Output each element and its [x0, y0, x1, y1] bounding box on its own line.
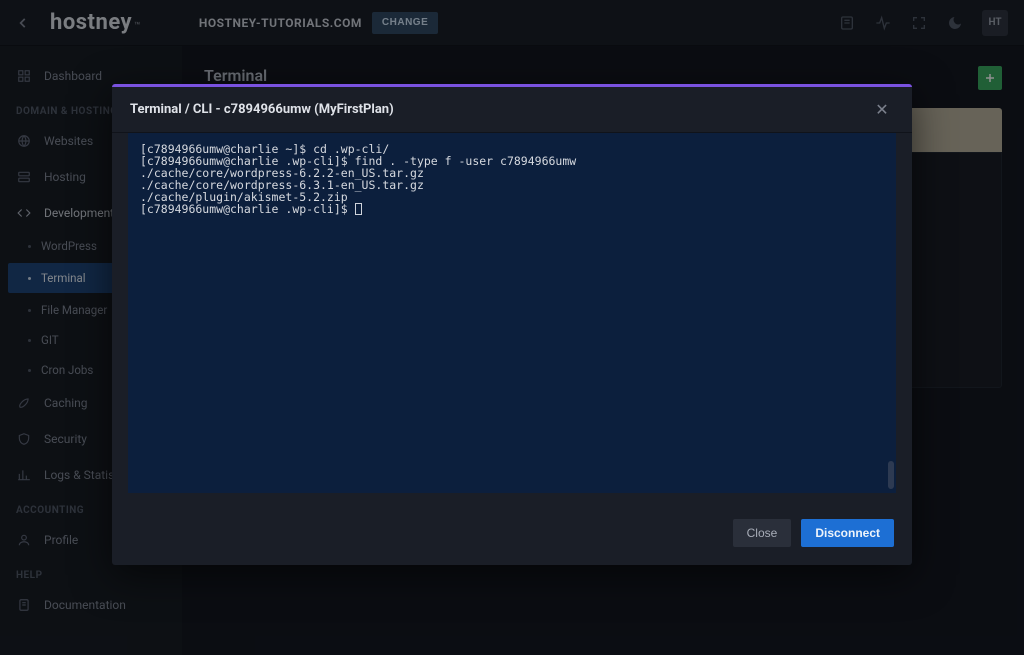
terminal-scrollbar[interactable]: [888, 461, 894, 489]
terminal-output[interactable]: [c7894966umw@charlie ~]$ cd .wp-cli/[c78…: [128, 133, 896, 493]
modal-footer: Close Disconnect: [112, 507, 912, 565]
modal-close-button[interactable]: ✕: [870, 98, 894, 122]
close-icon: ✕: [875, 100, 888, 119]
terminal-modal: Terminal / CLI - c7894966umw (MyFirstPla…: [112, 84, 912, 565]
modal-overlay: Terminal / CLI - c7894966umw (MyFirstPla…: [0, 0, 1024, 655]
modal-title: Terminal / CLI - c7894966umw (MyFirstPla…: [130, 102, 394, 117]
modal-header: Terminal / CLI - c7894966umw (MyFirstPla…: [112, 87, 912, 133]
close-button[interactable]: Close: [733, 519, 792, 547]
disconnect-button[interactable]: Disconnect: [801, 519, 894, 547]
